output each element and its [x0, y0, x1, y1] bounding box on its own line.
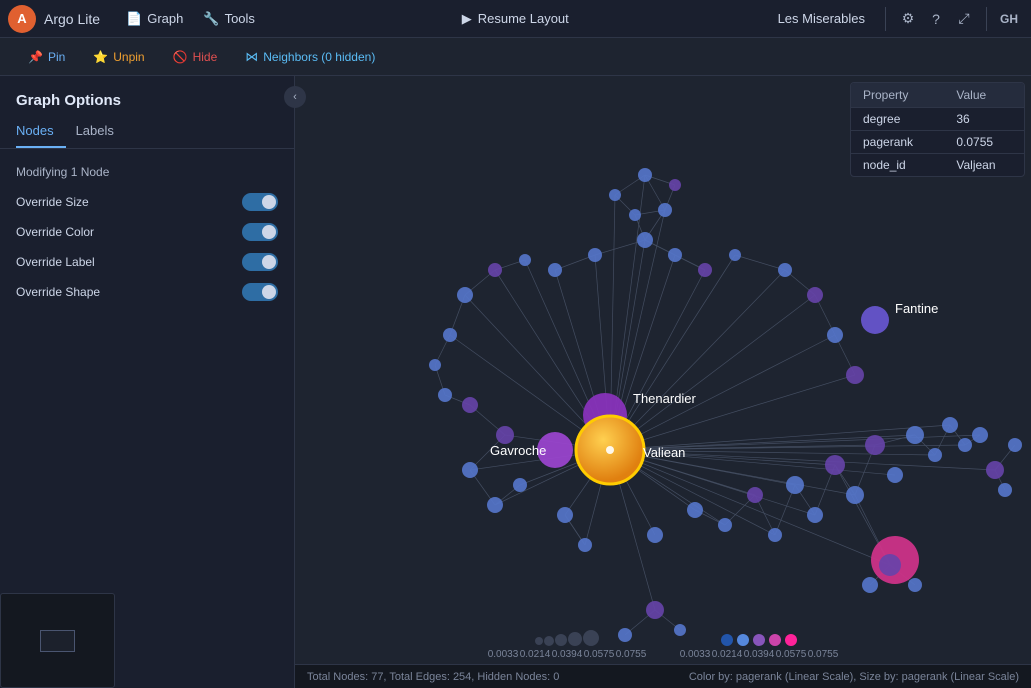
size-legend-labels: 0.0033 0.0214 0.0394 0.0575 0.0755 — [487, 649, 647, 660]
edges — [435, 175, 1015, 635]
status-left: Total Nodes: 77, Total Edges: 254, Hidde… — [307, 671, 559, 683]
brand-label: Argo Lite — [44, 11, 100, 27]
fantine-label: Fantine — [895, 301, 938, 316]
nav-tools[interactable]: 🔧 Tools — [193, 7, 265, 31]
color-label-0: 0.0033 — [679, 649, 711, 660]
top-navigation: A Argo Lite 📄 Graph 🔧 Tools ▶ Resume Lay… — [0, 0, 1031, 38]
property-name: node_id — [851, 154, 944, 177]
override-label-option: Override Label — [0, 247, 294, 277]
size-label-4: 0.0755 — [615, 649, 647, 660]
tab-nodes[interactable]: Nodes — [16, 119, 66, 148]
sidebar-collapse-button[interactable]: ‹ — [284, 86, 306, 108]
pin-icon: 📌 — [28, 50, 43, 64]
property-value: 0.0755 — [944, 131, 1024, 154]
hide-button[interactable]: 🚫 Hide — [161, 46, 230, 68]
override-label-label: Override Label — [16, 255, 95, 269]
property-row: node_idValjean — [851, 154, 1024, 177]
settings-button[interactable]: ⚙ — [894, 5, 922, 33]
github-button[interactable]: GH — [995, 5, 1023, 33]
minimap-viewport — [40, 630, 75, 652]
unpin-icon: ⭐ — [93, 50, 108, 64]
size-label-0: 0.0033 — [487, 649, 519, 660]
help-button[interactable]: ? — [922, 5, 950, 33]
hide-icon: 🚫 — [173, 50, 188, 64]
override-shape-label: Override Shape — [16, 285, 100, 299]
main-layout: ‹ Graph Options Nodes Labels Modifying 1… — [0, 76, 1031, 688]
property-name: pagerank — [851, 131, 944, 154]
sidebar: ‹ Graph Options Nodes Labels Modifying 1… — [0, 76, 295, 688]
property-row: pagerank0.0755 — [851, 131, 1024, 154]
play-icon: ▶ — [462, 11, 472, 27]
color-legend-labels: 0.0033 0.0214 0.0394 0.0575 0.0755 — [679, 649, 839, 660]
neighbors-button[interactable]: ⋈ Neighbors (0 hidden) — [233, 45, 387, 69]
gavroche-label: Gavroche — [490, 443, 546, 458]
override-color-label: Override Color — [16, 225, 94, 239]
size-label-1: 0.0214 — [519, 649, 551, 660]
color-label-2: 0.0394 — [743, 649, 775, 660]
modifying-label: Modifying 1 Node — [0, 161, 294, 187]
value-col-header: Value — [944, 83, 1024, 108]
pin-button[interactable]: 📌 Pin — [16, 46, 77, 68]
override-size-option: Override Size — [0, 187, 294, 217]
nav-separator — [885, 7, 886, 31]
override-color-toggle[interactable] — [242, 223, 278, 241]
size-label-2: 0.0394 — [551, 649, 583, 660]
override-shape-toggle[interactable] — [242, 283, 278, 301]
valjean-label: Valiean — [643, 445, 685, 460]
override-size-toggle[interactable] — [242, 193, 278, 211]
nodes[interactable] — [429, 168, 1022, 642]
minimap-inner — [1, 594, 114, 687]
logo: A — [8, 5, 36, 33]
graph-toolbar: 📌 Pin ⭐ Unpin 🚫 Hide ⋈ Neighbors (0 hidd… — [0, 38, 1031, 76]
color-label-3: 0.0575 — [775, 649, 807, 660]
size-label-3: 0.0575 — [583, 649, 615, 660]
property-value: Valjean — [944, 154, 1024, 177]
nav-graph[interactable]: 📄 Graph — [116, 7, 193, 31]
property-col-header: Property — [851, 83, 944, 108]
unpin-button[interactable]: ⭐ Unpin — [81, 46, 156, 68]
tab-labels[interactable]: Labels — [76, 119, 126, 148]
override-color-option: Override Color — [0, 217, 294, 247]
minimap[interactable] — [0, 593, 115, 688]
sidebar-title: Graph Options — [0, 86, 294, 119]
nav-separator-2 — [986, 7, 987, 31]
property-value: 36 — [944, 108, 1024, 131]
property-name: degree — [851, 108, 944, 131]
color-label-1: 0.0214 — [711, 649, 743, 660]
thenardier-label: Thenardier — [633, 391, 697, 406]
graph-icon: 📄 — [126, 11, 142, 27]
dataset-label: Les Miserables — [778, 11, 865, 26]
override-shape-option: Override Shape — [0, 277, 294, 307]
status-right: Color by: pagerank (Linear Scale), Size … — [689, 671, 1019, 683]
tools-icon: 🔧 — [203, 11, 219, 27]
graph-canvas[interactable]: Property Value degree36pagerank0.0755nod… — [295, 76, 1031, 688]
neighbors-icon: ⋈ — [245, 49, 258, 65]
override-label-toggle[interactable] — [242, 253, 278, 271]
color-label-4: 0.0755 — [807, 649, 839, 660]
status-bar: Total Nodes: 77, Total Edges: 254, Hidde… — [295, 664, 1031, 688]
fullscreen-button[interactable]: ⤢ — [950, 5, 978, 33]
property-row: degree36 — [851, 108, 1024, 131]
property-table: Property Value degree36pagerank0.0755nod… — [850, 82, 1025, 177]
sidebar-tabs: Nodes Labels — [0, 119, 294, 149]
override-size-label: Override Size — [16, 195, 89, 209]
resume-layout-button[interactable]: ▶ Resume Layout — [448, 7, 583, 31]
